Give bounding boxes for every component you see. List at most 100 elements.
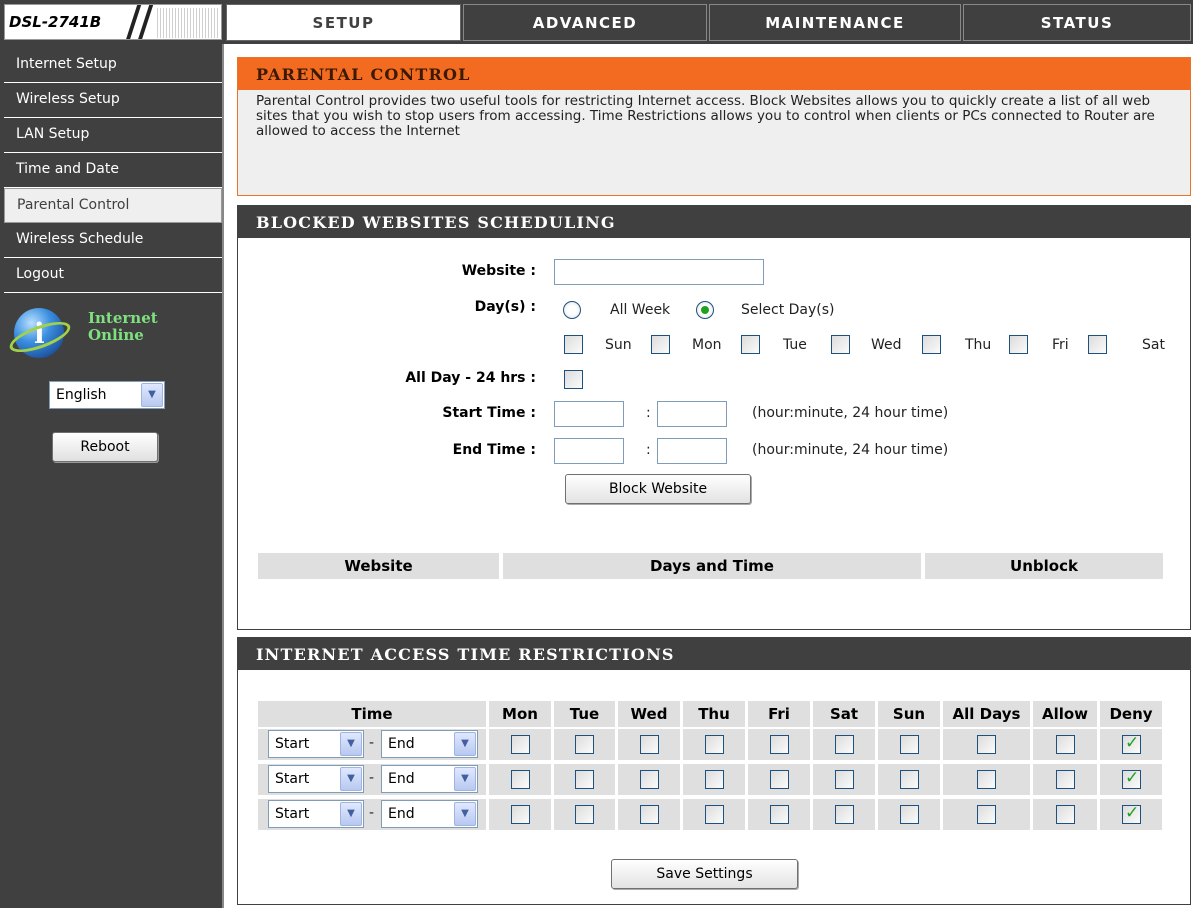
end-time-select[interactable]: End ▼	[381, 800, 478, 828]
start-minute-input[interactable]	[657, 401, 727, 427]
language-select[interactable]: English ▼	[49, 381, 165, 409]
all-days-checkbox[interactable]	[977, 770, 996, 789]
restriction-cell	[618, 799, 680, 830]
parental-control-description: Parental Control provides two useful too…	[256, 93, 1155, 139]
sun-checkbox[interactable]	[900, 770, 919, 789]
chevron-down-icon[interactable]: ▼	[454, 732, 476, 756]
blocked-websites-panel: BLOCKED WEBSITES SCHEDULING Website : Da…	[237, 205, 1191, 630]
end-time-label: End Time :	[452, 442, 536, 458]
day-sun-checkbox[interactable]	[564, 335, 583, 354]
start-time-separator: :	[646, 405, 651, 421]
start-time-select[interactable]: Start ▼	[268, 765, 364, 793]
all-days-checkbox[interactable]	[977, 735, 996, 754]
time-restrictions-panel: INTERNET ACCESS TIME RESTRICTIONS Time Mo…	[237, 637, 1191, 905]
restriction-cell	[943, 799, 1030, 830]
logo-stripes-decoration	[157, 8, 219, 38]
allow-checkbox[interactable]	[1056, 735, 1075, 754]
end-time-select[interactable]: End ▼	[381, 765, 478, 793]
mon-checkbox[interactable]	[511, 735, 530, 754]
chevron-down-icon[interactable]: ▼	[340, 732, 362, 756]
sun-checkbox[interactable]	[900, 805, 919, 824]
sidebar-item-logout[interactable]: Logout	[4, 258, 222, 293]
start-time-select[interactable]: Start ▼	[268, 800, 364, 828]
wed-checkbox[interactable]	[640, 805, 659, 824]
restriction-header-fri: Fri	[748, 701, 810, 727]
end-time-separator: :	[646, 442, 651, 458]
sat-checkbox[interactable]	[835, 770, 854, 789]
chevron-down-icon[interactable]: ▼	[141, 383, 163, 407]
chevron-down-icon[interactable]: ▼	[340, 802, 362, 826]
restriction-header-all-days: All Days	[943, 701, 1030, 727]
chevron-down-icon[interactable]: ▼	[454, 802, 476, 826]
allow-checkbox[interactable]	[1056, 805, 1075, 824]
end-time-select[interactable]: End ▼	[381, 730, 478, 758]
tab-setup[interactable]: SETUP	[226, 4, 461, 41]
restriction-cell	[1033, 764, 1097, 795]
day-wed-checkbox[interactable]	[831, 335, 850, 354]
thu-checkbox[interactable]	[705, 770, 724, 789]
end-time-select-value: End	[388, 736, 415, 752]
day-mon-checkbox[interactable]	[651, 335, 670, 354]
mon-checkbox[interactable]	[511, 805, 530, 824]
restriction-cell	[1033, 729, 1097, 760]
day-sun-label: Sun	[605, 337, 632, 353]
website-label: Website :	[461, 263, 536, 279]
wed-checkbox[interactable]	[640, 770, 659, 789]
all-day-checkbox[interactable]	[564, 370, 583, 389]
sidebar-item-lan-setup[interactable]: LAN Setup	[4, 118, 222, 153]
chevron-down-icon[interactable]: ▼	[340, 767, 362, 791]
start-time-select-value: Start	[275, 806, 310, 822]
fri-checkbox[interactable]	[770, 770, 789, 789]
save-settings-button[interactable]: Save Settings	[611, 859, 798, 889]
tue-checkbox[interactable]	[575, 770, 594, 789]
language-select-value: English	[56, 387, 107, 403]
restriction-header-deny: Deny	[1100, 701, 1162, 727]
parental-control-panel: PARENTAL CONTROL Parental Control provid…	[237, 57, 1191, 196]
start-time-select-value: Start	[275, 736, 310, 752]
deny-checkbox[interactable]	[1122, 803, 1141, 824]
select-days-radio[interactable]	[696, 301, 714, 319]
sidebar-menu: Internet Setup Wireless Setup LAN Setup …	[4, 48, 222, 293]
thu-checkbox[interactable]	[705, 735, 724, 754]
day-tue-checkbox[interactable]	[741, 335, 760, 354]
sun-checkbox[interactable]	[900, 735, 919, 754]
deny-checkbox[interactable]	[1122, 733, 1141, 754]
deny-checkbox[interactable]	[1122, 768, 1141, 789]
sidebar-item-time-and-date[interactable]: Time and Date	[4, 153, 222, 188]
end-minute-input[interactable]	[657, 438, 727, 464]
chevron-down-icon[interactable]: ▼	[454, 767, 476, 791]
day-thu-checkbox[interactable]	[922, 335, 941, 354]
sat-checkbox[interactable]	[835, 805, 854, 824]
tab-maintenance[interactable]: MAINTENANCE	[709, 4, 961, 41]
restriction-cell	[1100, 764, 1162, 795]
end-hour-input[interactable]	[554, 438, 624, 464]
day-sat-label: Sat	[1142, 337, 1165, 353]
all-week-radio[interactable]	[563, 301, 581, 319]
parental-control-title: PARENTAL CONTROL	[238, 58, 1190, 90]
start-hour-input[interactable]	[554, 401, 624, 427]
all-days-checkbox[interactable]	[977, 805, 996, 824]
tue-checkbox[interactable]	[575, 735, 594, 754]
mon-checkbox[interactable]	[511, 770, 530, 789]
wed-checkbox[interactable]	[640, 735, 659, 754]
start-time-select[interactable]: Start ▼	[268, 730, 364, 758]
sidebar-item-internet-setup[interactable]: Internet Setup	[4, 48, 222, 83]
tab-status[interactable]: STATUS	[963, 4, 1191, 41]
reboot-button[interactable]: Reboot	[52, 432, 158, 462]
thu-checkbox[interactable]	[705, 805, 724, 824]
fri-checkbox[interactable]	[770, 735, 789, 754]
fri-checkbox[interactable]	[770, 805, 789, 824]
start-time-hint: (hour:minute, 24 hour time)	[752, 405, 949, 421]
day-fri-checkbox[interactable]	[1009, 335, 1028, 354]
sidebar-item-wireless-setup[interactable]: Wireless Setup	[4, 83, 222, 118]
sidebar-item-parental-control[interactable]: Parental Control	[4, 188, 222, 223]
sidebar-item-wireless-schedule[interactable]: Wireless Schedule	[4, 223, 222, 258]
website-input[interactable]	[554, 259, 764, 285]
allow-checkbox[interactable]	[1056, 770, 1075, 789]
tue-checkbox[interactable]	[575, 805, 594, 824]
sat-checkbox[interactable]	[835, 735, 854, 754]
tab-advanced[interactable]: ADVANCED	[463, 4, 707, 41]
restriction-header-thu: Thu	[683, 701, 745, 727]
day-sat-checkbox[interactable]	[1088, 335, 1107, 354]
block-website-button[interactable]: Block Website	[565, 474, 751, 504]
